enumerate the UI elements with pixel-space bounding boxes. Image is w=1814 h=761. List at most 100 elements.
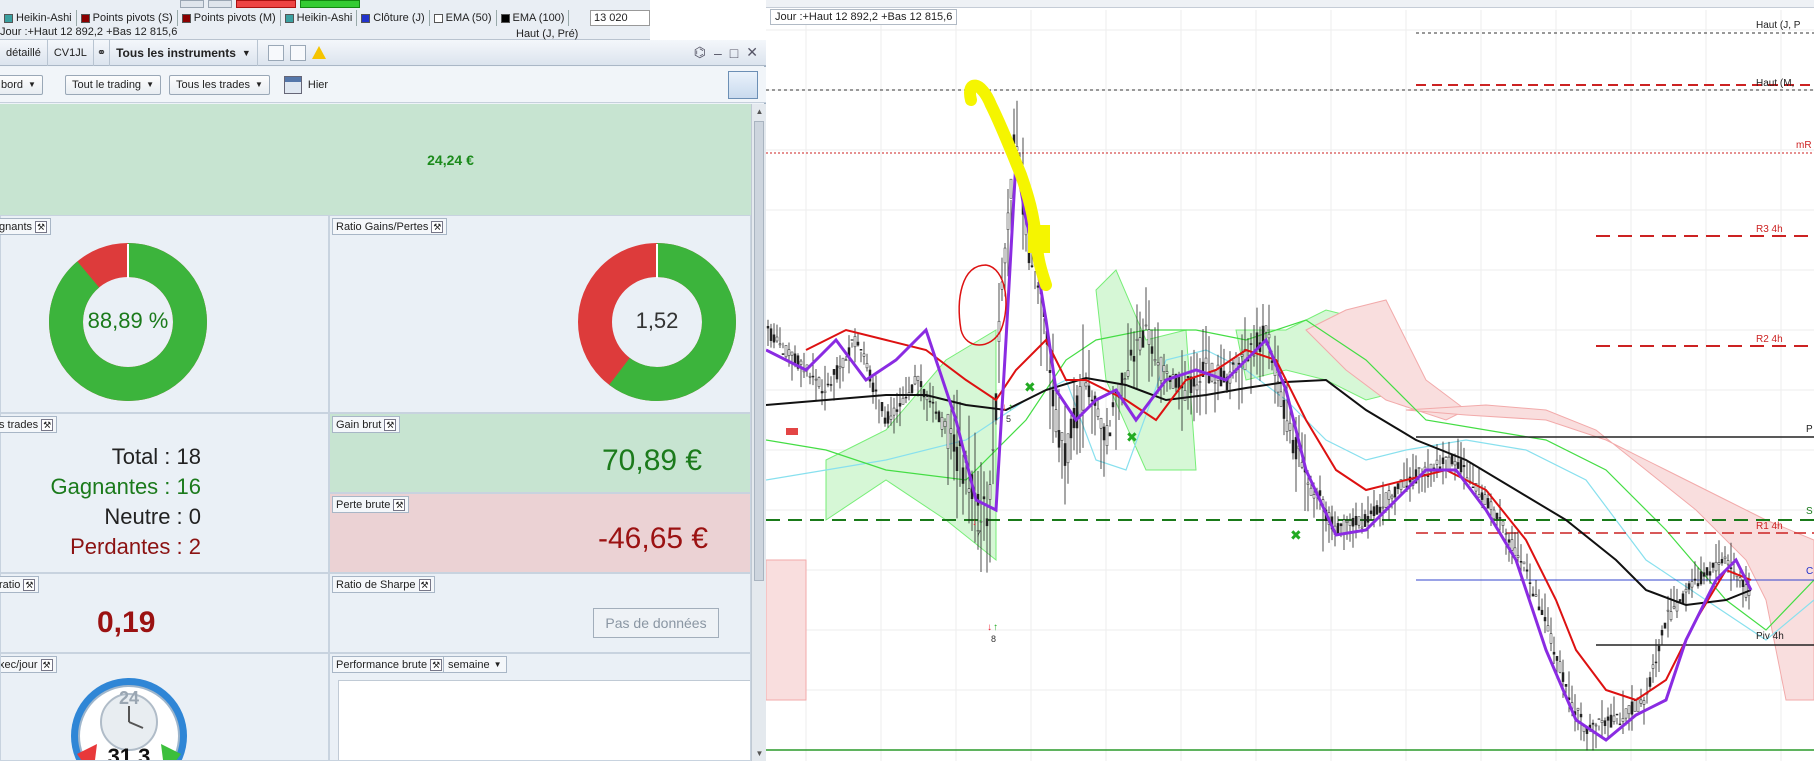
indicator-label: Points pivots (S): [92, 12, 173, 24]
wrench-icon[interactable]: ⚒: [418, 578, 431, 591]
candle-body: [1561, 672, 1565, 682]
candle-body: [1339, 523, 1343, 527]
cross-marker: ✖: [1290, 527, 1302, 543]
candle-body: [1090, 399, 1094, 402]
wrench-icon[interactable]: ⚒: [40, 658, 53, 671]
price-input[interactable]: 13 020: [590, 10, 650, 26]
minimize-icon[interactable]: –: [714, 45, 722, 61]
candle-body: [808, 375, 812, 378]
candle-body: [1144, 324, 1148, 327]
ohlc-readout: Jour :+Haut 12 892,2 +Bas 12 815,6: [0, 26, 178, 38]
candle-body: [790, 351, 794, 356]
buy-button[interactable]: [300, 0, 360, 8]
panel-scrollbar[interactable]: ▲ ▼: [751, 104, 766, 761]
link-icon[interactable]: ⚭: [94, 39, 111, 66]
no-data-button[interactable]: Pas de données: [593, 608, 719, 638]
date-range-label[interactable]: Hier: [308, 79, 328, 91]
calendar-icon[interactable]: [283, 75, 302, 94]
candle-body: [1183, 390, 1187, 401]
candle-body: [1666, 609, 1670, 612]
candle-body: [1660, 629, 1664, 636]
dashboard-dropdown[interactable]: bord ▼: [0, 74, 43, 95]
scroll-down-icon[interactable]: ▼: [752, 746, 767, 761]
exec-per-day-cell: xec/jour ⚒ 24 31,3: [0, 653, 329, 761]
top-button-row: [180, 0, 360, 8]
candle-body: [766, 325, 770, 329]
copy-icon[interactable]: [289, 44, 306, 61]
candle-body: [1717, 562, 1721, 565]
candle-body: [769, 328, 773, 341]
indicator-item[interactable]: Clôture (J): [357, 10, 430, 26]
candle-body: [1441, 457, 1445, 465]
candle-body: [1492, 509, 1496, 519]
dropdown-label: Tous les trades: [175, 78, 250, 91]
indicator-item[interactable]: EMA (100): [497, 10, 570, 26]
scroll-up-icon[interactable]: ▲: [752, 104, 767, 119]
toolbar-mini-button[interactable]: [180, 0, 204, 8]
wrench-icon[interactable]: ⚒: [430, 658, 443, 671]
candle-body: [901, 397, 905, 405]
candlestick-chart-canvas[interactable]: ↓ ↑5↓ ↑7↓ ↑8✖✖✖: [766, 0, 1814, 761]
candle-body: [859, 349, 863, 351]
wrench-icon[interactable]: ⚒: [384, 418, 397, 431]
candle-body: [895, 409, 899, 412]
trades-filter-dropdown[interactable]: Tous les trades ▼: [168, 74, 270, 95]
toolbar-mini-button[interactable]: [208, 0, 232, 8]
candle-body: [961, 467, 965, 484]
candle-body: [1459, 459, 1463, 473]
wrench-icon[interactable]: ⚒: [23, 578, 36, 591]
tab-detaille[interactable]: détaillé: [0, 39, 48, 66]
maximize-icon[interactable]: □: [730, 45, 738, 61]
candle-body: [1291, 439, 1295, 454]
candle-body: [1240, 354, 1244, 357]
scroll-thumb[interactable]: [754, 121, 764, 581]
indicator-legend: Heikin-Ashi Points pivots (S) Points piv…: [0, 10, 570, 26]
candle-body: [835, 365, 839, 380]
cell-title: Performance brute ⚒: [332, 656, 447, 673]
trading-scope-dropdown[interactable]: Tout le trading ▼: [64, 74, 161, 95]
candle-body: [1564, 684, 1568, 687]
ratio-cell: Ratio Gains/Pertes ⚒ 1,52: [329, 215, 751, 413]
candle-body: [1519, 561, 1523, 563]
wrench-icon[interactable]: ⚒: [35, 220, 48, 233]
candle-body: [1675, 602, 1679, 612]
indicator-label: Heikin-Ashi: [296, 12, 353, 24]
candle-body: [1693, 578, 1697, 581]
candle-body: [1612, 715, 1616, 722]
candle-body: [1678, 599, 1682, 602]
candle-body: [892, 407, 896, 416]
hand-drawn-annotations: [958, 79, 1052, 346]
window-controls: ⌬ – □ ✕: [694, 44, 758, 61]
period-dropdown[interactable]: semaine ▼: [443, 656, 507, 673]
win-rate-cell: gnants ⚒ 88,89 %: [0, 215, 329, 413]
candle-body: [1480, 492, 1484, 500]
indicator-item[interactable]: Heikin-Ashi: [0, 10, 77, 26]
candle-body: [781, 353, 785, 355]
cell-title: Perte brute ⚒: [332, 496, 410, 513]
price-chart[interactable]: ↓ ↑ 5 ↓ ↑ 7 ↓ ↑ 8 ✖ ✖ ✖ Jour :+Haut 12 892,2 +Bas 1…: [766, 0, 1814, 761]
indicator-item[interactable]: Heikin-Ashi: [281, 10, 358, 26]
candle-body: [1381, 506, 1385, 509]
candle-body: [1087, 385, 1091, 398]
share-icon[interactable]: ⌬: [694, 44, 706, 61]
candle-body: [1378, 506, 1382, 513]
indicator-item[interactable]: Points pivots (S): [77, 10, 178, 26]
trade-arrow: ↑: [978, 517, 983, 528]
candle-body: [1447, 456, 1451, 470]
sell-button[interactable]: [236, 0, 296, 8]
export-icon[interactable]: [267, 44, 284, 61]
dashboard-layout-icon[interactable]: [728, 71, 758, 99]
wrench-icon[interactable]: ⚒: [393, 498, 406, 511]
cross-marker: ✖: [1024, 379, 1036, 395]
wrench-icon[interactable]: ⚒: [431, 220, 444, 233]
tab-account[interactable]: CV1JL: [48, 39, 94, 66]
warning-icon[interactable]: [311, 46, 326, 59]
candle-body: [829, 384, 833, 386]
indicator-item[interactable]: Points pivots (M): [178, 10, 281, 26]
indicator-item[interactable]: EMA (50): [430, 10, 497, 26]
close-icon[interactable]: ✕: [746, 44, 758, 61]
trades-winners: Gagnantes : 16: [50, 474, 201, 499]
tab-instruments[interactable]: Tous les instruments ▼: [110, 39, 258, 66]
wrench-icon[interactable]: ⚒: [41, 418, 54, 431]
candle-body: [1159, 356, 1163, 382]
